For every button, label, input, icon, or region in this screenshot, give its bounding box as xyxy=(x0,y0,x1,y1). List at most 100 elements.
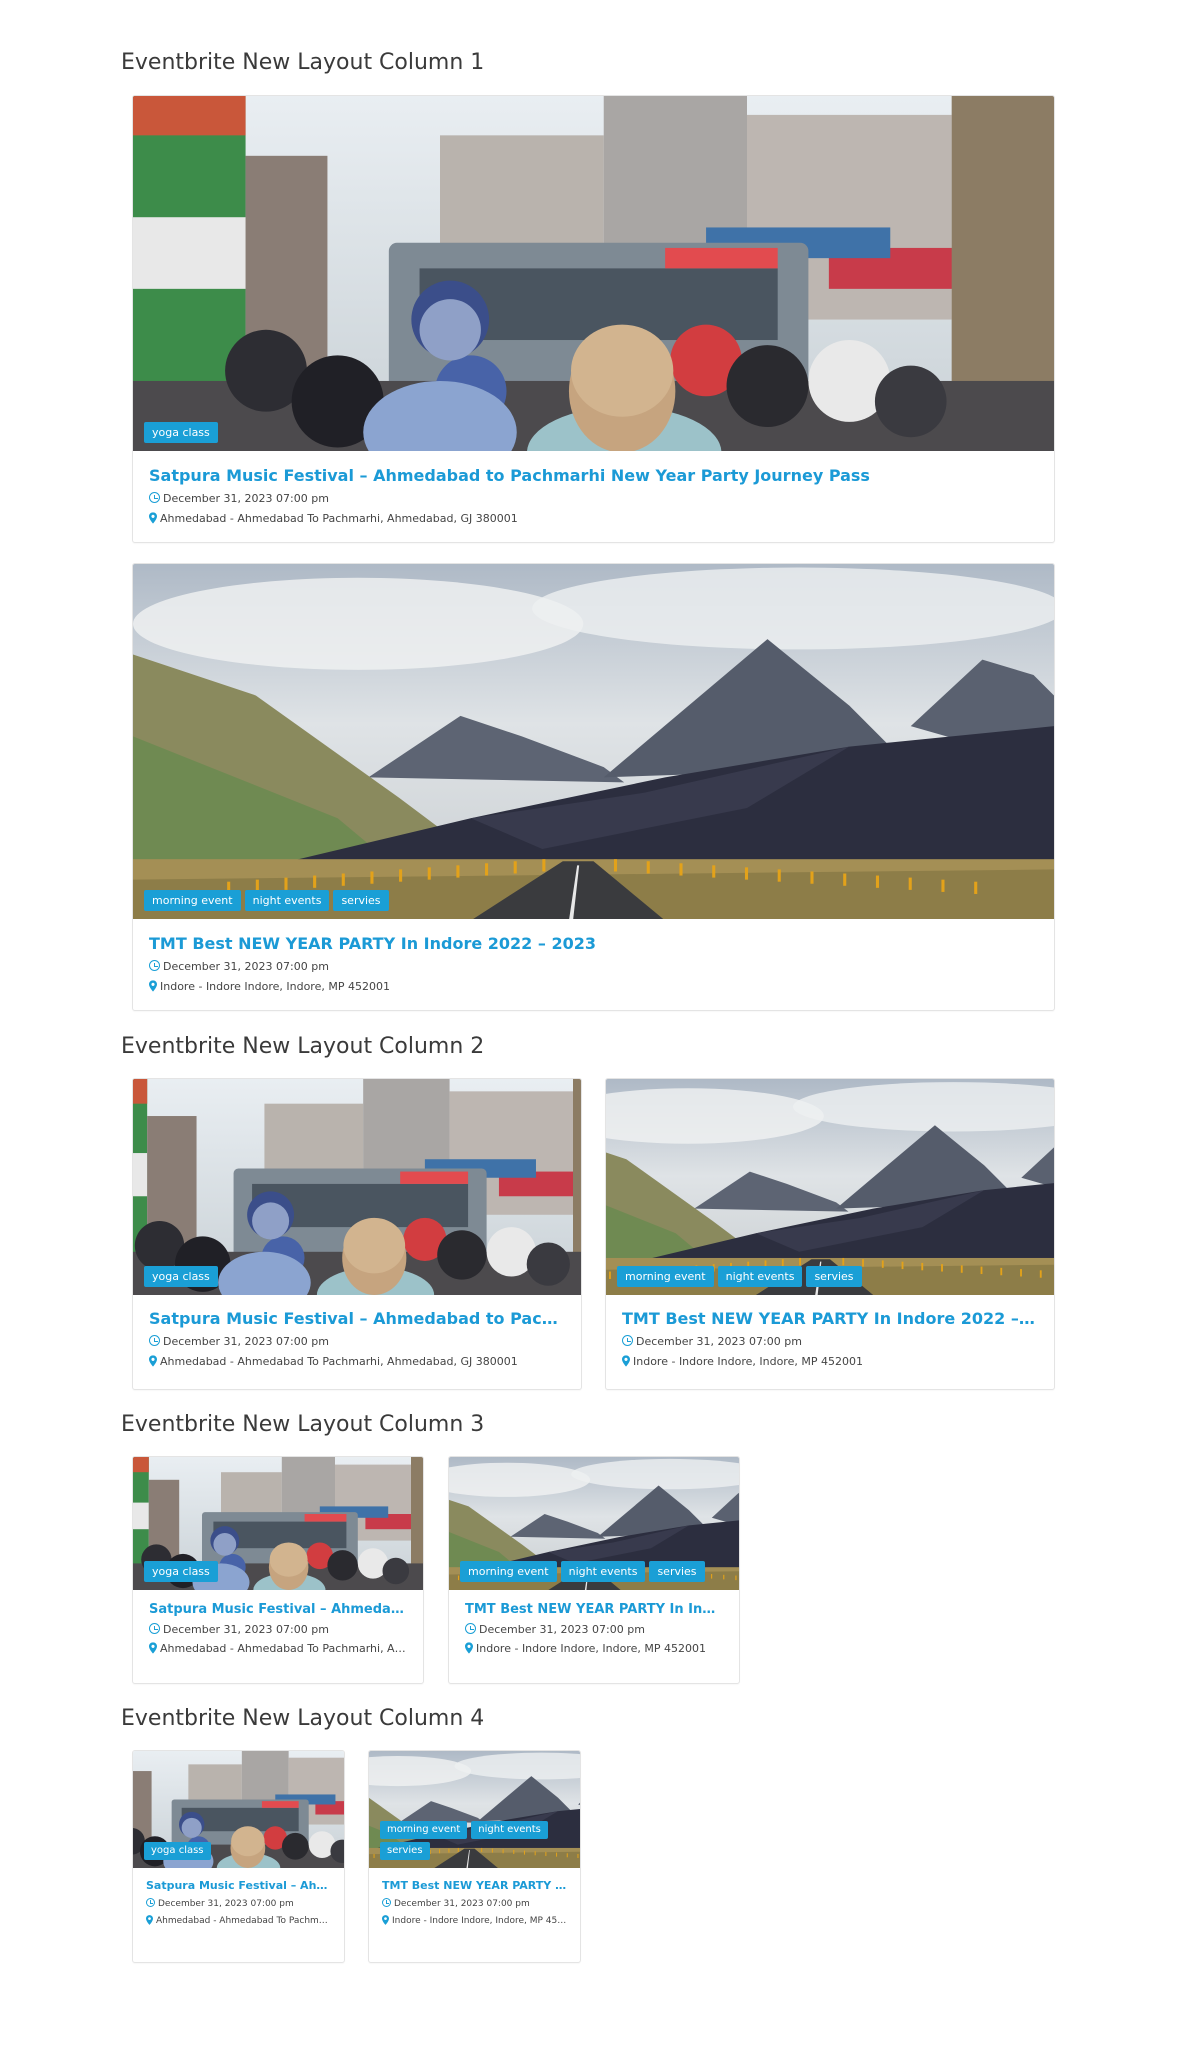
event-details: Satpura Music Festival – Ahmedabad to Pa… xyxy=(133,466,1054,525)
event-tags: yoga class xyxy=(144,422,218,443)
event-date: December 31, 2023 07:00 pm xyxy=(149,1335,565,1348)
event-details: Satpura Music Festival – Ahmedabad to Pa… xyxy=(133,1879,344,1926)
section-heading: Eventbrite New Layout Column 3 xyxy=(121,1412,485,1437)
event-location-text: Ahmedabad - Ahmedabad To Pachmarhi, Ahme… xyxy=(160,512,518,525)
event-details: TMT Best NEW YEAR PARTY In Indore 2022 –… xyxy=(449,1602,739,1655)
event-title-link[interactable]: Satpura Music Festival – Ahmedabad to Pa… xyxy=(149,1309,565,1328)
event-tag[interactable]: servies xyxy=(806,1266,862,1287)
event-tag[interactable]: servies xyxy=(380,1842,430,1860)
event-card[interactable]: morning event night events servies TMT Best… xyxy=(368,1750,581,1963)
event-card[interactable]: yoga class Satpura Music Festival – Ahmed… xyxy=(132,95,1055,543)
event-date-text: December 31, 2023 07:00 pm xyxy=(163,492,329,505)
event-image[interactable]: yoga class xyxy=(133,96,1054,451)
event-tag[interactable]: servies xyxy=(649,1561,705,1582)
event-location: Ahmedabad - Ahmedabad To Pachmarhi, Ahme… xyxy=(149,1642,407,1655)
event-date-text: December 31, 2023 07:00 pm xyxy=(394,1899,530,1909)
event-tag[interactable]: morning event xyxy=(460,1561,557,1582)
event-title-link[interactable]: TMT Best NEW YEAR PARTY In Indore 2022 –… xyxy=(382,1879,567,1892)
clock-icon xyxy=(149,960,160,971)
map-marker-icon xyxy=(146,1915,153,1925)
event-tags: morning event night events servies xyxy=(144,890,389,911)
clock-icon xyxy=(149,1335,160,1346)
street-scene-photo xyxy=(133,1079,581,1295)
event-tag[interactable]: night events xyxy=(244,890,330,911)
event-location-text: Indore - Indore Indore, Indore, MP 45200… xyxy=(160,980,390,993)
event-tag[interactable]: morning event xyxy=(617,1266,714,1287)
event-card[interactable]: yoga class Satpura Music Festival – Ahmed… xyxy=(132,1456,424,1684)
event-tag[interactable]: yoga class xyxy=(144,422,218,443)
event-date-text: December 31, 2023 07:00 pm xyxy=(636,1335,802,1348)
event-image[interactable]: morning event night events servies xyxy=(133,564,1054,919)
event-date-text: December 31, 2023 07:00 pm xyxy=(158,1899,294,1909)
event-image[interactable]: morning event night events servies xyxy=(606,1079,1054,1295)
section-heading: Eventbrite New Layout Column 2 xyxy=(121,1034,485,1059)
event-title-link[interactable]: TMT Best NEW YEAR PARTY In Indore 2022 –… xyxy=(149,934,1038,953)
event-image[interactable]: yoga class xyxy=(133,1457,423,1590)
event-tag[interactable]: morning event xyxy=(144,890,241,911)
event-title-link[interactable]: TMT Best NEW YEAR PARTY In Indore 2022 –… xyxy=(622,1309,1038,1328)
event-image[interactable]: yoga class xyxy=(133,1079,581,1295)
event-title-link[interactable]: Satpura Music Festival – Ahmedabad to Pa… xyxy=(149,466,1038,485)
street-scene-photo xyxy=(133,96,1054,451)
event-location: Ahmedabad - Ahmedabad To Pachmarhi, Ahme… xyxy=(146,1915,331,1926)
map-marker-icon xyxy=(382,1915,389,1925)
event-card[interactable]: morning event night events servies TMT Best… xyxy=(448,1456,740,1684)
clock-icon xyxy=(465,1623,476,1634)
map-marker-icon xyxy=(149,1355,157,1367)
map-marker-icon xyxy=(465,1642,473,1654)
event-card[interactable]: yoga class Satpura Music Festival – Ahmed… xyxy=(132,1750,345,1963)
event-details: TMT Best NEW YEAR PARTY In Indore 2022 –… xyxy=(133,934,1054,993)
event-location: Indore - Indore Indore, Indore, MP 45200… xyxy=(622,1355,1038,1368)
clock-icon xyxy=(622,1335,633,1346)
map-marker-icon xyxy=(149,512,157,524)
event-tags: morning event night events servies xyxy=(617,1266,862,1287)
event-tag[interactable]: morning event xyxy=(380,1821,468,1839)
event-date: December 31, 2023 07:00 pm xyxy=(149,960,1038,973)
event-date: December 31, 2023 07:00 pm xyxy=(465,1623,723,1636)
event-tag[interactable]: yoga class xyxy=(144,1842,211,1860)
event-tags: yoga class xyxy=(144,1842,211,1860)
mountain-road-photo xyxy=(606,1079,1054,1295)
event-tag[interactable]: night events xyxy=(717,1266,803,1287)
event-location-text: Ahmedabad - Ahmedabad To Pachmarhi, Ahme… xyxy=(156,1916,331,1926)
event-tag[interactable]: night events xyxy=(471,1821,548,1839)
event-date-text: December 31, 2023 07:00 pm xyxy=(163,1335,329,1348)
event-location-text: Indore - Indore Indore, Indore, MP 45200… xyxy=(392,1916,567,1926)
section-heading: Eventbrite New Layout Column 4 xyxy=(121,1706,485,1731)
event-tag[interactable]: yoga class xyxy=(144,1561,218,1582)
event-date: December 31, 2023 07:00 pm xyxy=(149,1623,407,1636)
event-location-text: Indore - Indore Indore, Indore, MP 45200… xyxy=(476,1642,706,1655)
event-image[interactable]: morning event night events servies xyxy=(369,1751,580,1868)
event-tag[interactable]: night events xyxy=(560,1561,646,1582)
event-tags: yoga class xyxy=(144,1266,218,1287)
event-tags: morning event night events servies xyxy=(460,1561,705,1582)
event-title-link[interactable]: Satpura Music Festival – Ahmedabad to Pa… xyxy=(146,1879,331,1892)
event-tag[interactable]: servies xyxy=(333,890,389,911)
event-location: Ahmedabad - Ahmedabad To Pachmarhi, Ahme… xyxy=(149,512,1038,525)
event-card[interactable]: morning event night events servies TMT Best… xyxy=(605,1078,1055,1390)
event-card[interactable]: yoga class Satpura Music Festival – Ahmed… xyxy=(132,1078,582,1390)
event-date: December 31, 2023 07:00 pm xyxy=(149,492,1038,505)
event-title-link[interactable]: Satpura Music Festival – Ahmedabad to Pa… xyxy=(149,1602,407,1617)
event-date: December 31, 2023 07:00 pm xyxy=(622,1335,1038,1348)
clock-icon xyxy=(149,492,160,503)
event-details: TMT Best NEW YEAR PARTY In Indore 2022 –… xyxy=(369,1879,580,1926)
clock-icon xyxy=(382,1898,391,1907)
event-location-text: Ahmedabad - Ahmedabad To Pachmarhi, Ahme… xyxy=(160,1355,518,1368)
event-image[interactable]: morning event night events servies xyxy=(449,1457,739,1590)
section-heading: Eventbrite New Layout Column 1 xyxy=(121,50,485,75)
event-date: December 31, 2023 07:00 pm xyxy=(146,1898,331,1909)
event-tag[interactable]: yoga class xyxy=(144,1266,218,1287)
event-image[interactable]: yoga class xyxy=(133,1751,344,1868)
event-date: December 31, 2023 07:00 pm xyxy=(382,1898,567,1909)
event-details: Satpura Music Festival – Ahmedabad to Pa… xyxy=(133,1309,581,1368)
event-title-link[interactable]: TMT Best NEW YEAR PARTY In Indore 2022 –… xyxy=(465,1602,723,1617)
event-details: Satpura Music Festival – Ahmedabad to Pa… xyxy=(133,1602,423,1655)
event-details: TMT Best NEW YEAR PARTY In Indore 2022 –… xyxy=(606,1309,1054,1368)
clock-icon xyxy=(146,1898,155,1907)
map-marker-icon xyxy=(149,980,157,992)
mountain-road-photo xyxy=(133,564,1054,919)
event-location: Indore - Indore Indore, Indore, MP 45200… xyxy=(465,1642,723,1655)
event-card[interactable]: morning event night events servies TMT Best… xyxy=(132,563,1055,1011)
event-date-text: December 31, 2023 07:00 pm xyxy=(479,1623,645,1636)
